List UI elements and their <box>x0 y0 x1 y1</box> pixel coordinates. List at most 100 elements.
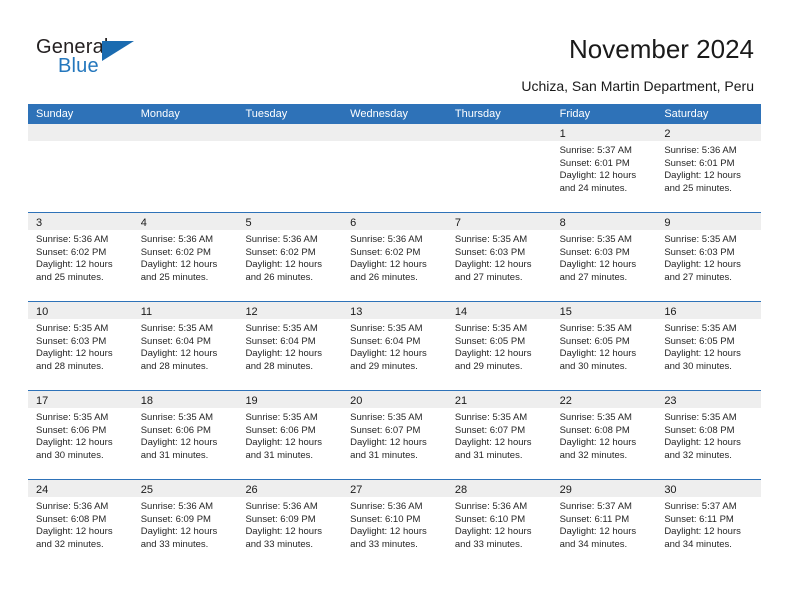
calendar-day-cell[interactable]: 20 Sunrise: 5:35 AM Sunset: 6:07 PM Dayligh… <box>342 391 447 479</box>
calendar-day-cell[interactable]: 12 Sunrise: 5:35 AM Sunset: 6:04 PM Dayligh… <box>237 302 343 390</box>
calendar-day-cell[interactable]: 3 Sunrise: 5:36 AM Sunset: 6:02 PM Daylight… <box>28 213 133 301</box>
day-detail-line: Sunrise: 5:36 AM <box>350 234 423 245</box>
day-detail-line: Sunset: 6:11 PM <box>664 513 734 525</box>
day-number-band: 18 <box>132 391 238 408</box>
day-detail-line: Daylight: 12 hours <box>454 348 532 360</box>
day-number-band: 24 <box>28 480 133 497</box>
day-detail-line: Sunrise: 5:35 AM <box>559 323 632 334</box>
day-number-band: 13 <box>342 302 447 319</box>
calendar-day-cell[interactable]: 7 Sunrise: 5:35 AM Sunset: 6:03 PM Daylight… <box>446 213 552 301</box>
day-detail-line: Sunrise: 5:37 AM <box>664 501 737 512</box>
day-detail-line: Sunset: 6:02 PM <box>350 246 421 258</box>
day-detail-line: Sunrise: 5:36 AM <box>36 234 109 245</box>
calendar-day-cell[interactable]: 1 Sunrise: 5:37 AM Sunset: 6:01 PM Daylight… <box>551 124 657 212</box>
day-detail-line: and 30 minutes. <box>36 449 104 461</box>
day-number-band: 1 <box>551 124 657 141</box>
calendar-day-cell[interactable]: 27 Sunrise: 5:36 AM Sunset: 6:10 PM Dayligh… <box>342 480 447 568</box>
calendar-day-cell[interactable]: 14 Sunrise: 5:35 AM Sunset: 6:05 PM Dayligh… <box>446 302 552 390</box>
day-detail-line: Sunset: 6:05 PM <box>559 335 630 347</box>
calendar-day-cell[interactable]: 9 Sunrise: 5:35 AM Sunset: 6:03 PM Daylight… <box>656 213 762 301</box>
day-detail-lines <box>237 141 342 145</box>
calendar-day-cell[interactable]: 17 Sunrise: 5:35 AM Sunset: 6:06 PM Dayligh… <box>28 391 133 479</box>
day-detail-lines: Sunrise: 5:35 AM Sunset: 6:08 PM Daylight:… <box>552 408 657 462</box>
calendar-weeks: 1 Sunrise: 5:37 AM Sunset: 6:01 PM Daylight… <box>28 124 762 568</box>
day-detail-line: Daylight: 12 hours <box>559 170 637 182</box>
day-number: 29 <box>559 484 572 496</box>
calendar-day-cell[interactable]: 26 Sunrise: 5:36 AM Sunset: 6:09 PM Dayligh… <box>237 480 343 568</box>
weekday-header-tuesday: Tuesday <box>245 108 288 120</box>
calendar-day-cell[interactable]: 25 Sunrise: 5:36 AM Sunset: 6:09 PM Dayligh… <box>132 480 238 568</box>
day-detail-lines: Sunrise: 5:36 AM Sunset: 6:01 PM Daylight:… <box>656 141 761 195</box>
day-number: 6 <box>350 217 357 229</box>
day-detail-lines: Sunrise: 5:36 AM Sunset: 6:02 PM Daylight:… <box>237 230 342 284</box>
day-detail-line: Daylight: 12 hours <box>559 437 637 449</box>
day-detail-lines: Sunrise: 5:35 AM Sunset: 6:04 PM Daylight:… <box>342 319 447 373</box>
day-detail-line: Daylight: 12 hours <box>664 170 741 182</box>
day-detail-line: Sunrise: 5:35 AM <box>350 412 423 423</box>
day-number: 8 <box>559 217 566 229</box>
day-detail-line: and 32 minutes. <box>36 538 104 550</box>
day-number: 26 <box>245 484 258 496</box>
day-detail-line: Daylight: 12 hours <box>664 526 741 538</box>
day-detail-line: and 28 minutes. <box>140 360 209 372</box>
day-detail-line: Daylight: 12 hours <box>140 259 218 271</box>
day-detail-line: Daylight: 12 hours <box>559 526 637 538</box>
calendar-day-cell[interactable]: 8 Sunrise: 5:35 AM Sunset: 6:03 PM Daylight… <box>551 213 657 301</box>
day-detail-line: Sunrise: 5:37 AM <box>559 145 632 156</box>
day-number-band <box>28 124 133 141</box>
calendar-day-cell[interactable]: 13 Sunrise: 5:35 AM Sunset: 6:04 PM Dayligh… <box>342 302 447 390</box>
calendar-day-cell[interactable]: 23 Sunrise: 5:35 AM Sunset: 6:08 PM Dayligh… <box>656 391 762 479</box>
day-detail-line: Sunrise: 5:37 AM <box>559 501 632 512</box>
calendar-day-cell[interactable]: 28 Sunrise: 5:36 AM Sunset: 6:10 PM Dayligh… <box>446 480 552 568</box>
day-detail-lines: Sunrise: 5:36 AM Sunset: 6:02 PM Daylight:… <box>342 230 447 284</box>
day-detail-line: and 29 minutes. <box>350 360 418 372</box>
calendar-day-cell[interactable]: 6 Sunrise: 5:36 AM Sunset: 6:02 PM Daylight… <box>342 213 447 301</box>
calendar-day-cell[interactable]: 30 Sunrise: 5:37 AM Sunset: 6:11 PM Dayligh… <box>656 480 762 568</box>
day-detail-line: Sunset: 6:10 PM <box>454 513 526 525</box>
calendar-day-cell[interactable]: 4 Sunrise: 5:36 AM Sunset: 6:02 PM Daylight… <box>132 213 238 301</box>
day-number-band: 2 <box>656 124 762 141</box>
day-detail-line: Sunrise: 5:35 AM <box>140 323 214 334</box>
day-detail-lines: Sunrise: 5:35 AM Sunset: 6:03 PM Daylight:… <box>28 319 133 373</box>
day-detail-line: Daylight: 12 hours <box>36 437 113 449</box>
day-number: 28 <box>454 484 468 496</box>
calendar-day-cell[interactable]: 18 Sunrise: 5:35 AM Sunset: 6:06 PM Dayligh… <box>132 391 238 479</box>
day-number-band: 17 <box>28 391 133 408</box>
calendar-day-cell-empty <box>28 124 133 212</box>
day-number-band: 6 <box>342 213 447 230</box>
calendar-day-cell[interactable]: 16 Sunrise: 5:35 AM Sunset: 6:05 PM Dayligh… <box>656 302 762 390</box>
calendar-week-row: 17 Sunrise: 5:35 AM Sunset: 6:06 PM Dayligh… <box>28 390 762 479</box>
calendar-day-cell[interactable]: 21 Sunrise: 5:35 AM Sunset: 6:07 PM Dayligh… <box>446 391 552 479</box>
day-number: 23 <box>664 395 677 407</box>
day-number: 10 <box>36 306 49 318</box>
calendar-day-cell[interactable]: 29 Sunrise: 5:37 AM Sunset: 6:11 PM Dayligh… <box>551 480 657 568</box>
calendar-week-row: 3 Sunrise: 5:36 AM Sunset: 6:02 PM Daylight… <box>28 212 762 301</box>
calendar-day-cell-empty <box>342 124 447 212</box>
calendar-day-cell[interactable]: 2 Sunrise: 5:36 AM Sunset: 6:01 PM Daylight… <box>656 124 762 212</box>
day-detail-line: and 32 minutes. <box>559 449 628 461</box>
day-number-band: 5 <box>237 213 343 230</box>
location-subtitle: Uchiza, San Martin Department, Peru <box>521 78 754 94</box>
day-number-band: 14 <box>446 302 552 319</box>
calendar-day-cell[interactable]: 19 Sunrise: 5:35 AM Sunset: 6:06 PM Dayligh… <box>237 391 343 479</box>
day-detail-line: and 27 minutes. <box>454 271 523 283</box>
calendar-day-cell[interactable]: 24 Sunrise: 5:36 AM Sunset: 6:08 PM Dayligh… <box>28 480 133 568</box>
day-detail-line: Sunset: 6:04 PM <box>140 335 211 347</box>
day-detail-line: and 31 minutes. <box>140 449 209 461</box>
calendar-day-cell[interactable]: 5 Sunrise: 5:36 AM Sunset: 6:02 PM Daylight… <box>237 213 343 301</box>
calendar-day-cell[interactable]: 22 Sunrise: 5:35 AM Sunset: 6:08 PM Dayligh… <box>551 391 657 479</box>
calendar-day-cell[interactable]: 11 Sunrise: 5:35 AM Sunset: 6:04 PM Dayligh… <box>132 302 238 390</box>
calendar-week-row: 1 Sunrise: 5:37 AM Sunset: 6:01 PM Daylight… <box>28 124 762 212</box>
day-detail-line: Sunset: 6:07 PM <box>350 424 421 436</box>
general-blue-logo[interactable]: General Blue <box>36 36 166 84</box>
day-number: 30 <box>664 484 677 496</box>
triangle-flag-icon <box>102 41 134 61</box>
day-detail-line: Sunrise: 5:36 AM <box>140 501 214 512</box>
calendar-day-cell[interactable]: 10 Sunrise: 5:35 AM Sunset: 6:03 PM Dayligh… <box>28 302 133 390</box>
day-number-band: 16 <box>656 302 762 319</box>
calendar-day-cell[interactable]: 15 Sunrise: 5:35 AM Sunset: 6:05 PM Dayligh… <box>551 302 657 390</box>
day-detail-lines <box>342 141 447 145</box>
day-detail-line: Daylight: 12 hours <box>664 259 741 271</box>
day-detail-line: Daylight: 12 hours <box>664 348 741 360</box>
day-number: 18 <box>140 395 153 407</box>
